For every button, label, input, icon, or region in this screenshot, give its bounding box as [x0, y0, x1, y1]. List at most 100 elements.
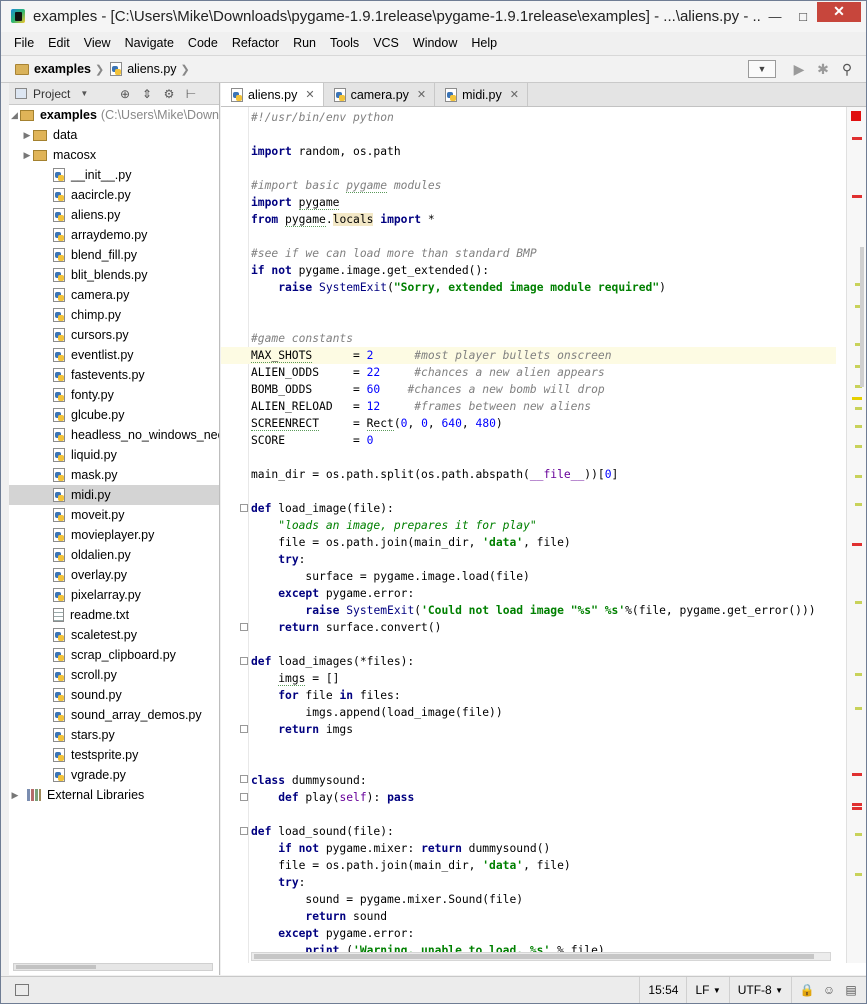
- tree-file[interactable]: scrap_clipboard.py: [9, 645, 219, 665]
- debug-icon[interactable]: ✱: [812, 59, 834, 79]
- typo-marker[interactable]: [855, 475, 862, 478]
- tree-file[interactable]: mask.py: [9, 465, 219, 485]
- vertical-scrollbar[interactable]: [860, 247, 864, 387]
- typo-marker[interactable]: [855, 833, 862, 836]
- tree-file[interactable]: stars.py: [9, 725, 219, 745]
- menu-run[interactable]: Run: [286, 36, 323, 50]
- typo-marker[interactable]: [855, 601, 862, 604]
- tree-file[interactable]: glcube.py: [9, 405, 219, 425]
- menu-edit[interactable]: Edit: [41, 36, 77, 50]
- typo-marker[interactable]: [855, 503, 862, 506]
- line-separator[interactable]: LF ▼: [686, 977, 728, 1003]
- file-encoding[interactable]: UTF-8 ▼: [728, 977, 791, 1003]
- close-tab-icon[interactable]: ✕: [510, 88, 519, 101]
- code-editor[interactable]: #!/usr/bin/env python import random, os.…: [221, 107, 866, 963]
- typo-marker[interactable]: [855, 445, 862, 448]
- tree-file[interactable]: sound.py: [9, 685, 219, 705]
- fold-marker[interactable]: [240, 775, 248, 783]
- minimize-button[interactable]: —: [761, 7, 789, 27]
- maximize-button[interactable]: □: [789, 7, 817, 27]
- chevron-right-icon[interactable]: ▶: [21, 150, 33, 161]
- tree-file[interactable]: headless_no_windows_needed.py: [9, 425, 219, 445]
- tab-aliens[interactable]: aliens.py ✕: [221, 82, 324, 106]
- tree-file[interactable]: pixelarray.py: [9, 585, 219, 605]
- breadcrumb-file[interactable]: aliens.py: [127, 62, 176, 76]
- tree-file[interactable]: oldalien.py: [9, 545, 219, 565]
- gear-icon[interactable]: ⚙: [158, 87, 180, 101]
- tree-file[interactable]: midi.py: [9, 485, 219, 505]
- typo-marker[interactable]: [855, 673, 862, 676]
- tree-file[interactable]: aliens.py: [9, 205, 219, 225]
- tree-external-libraries[interactable]: ▶ External Libraries: [9, 785, 219, 805]
- menu-code[interactable]: Code: [181, 36, 225, 50]
- fold-marker[interactable]: [240, 793, 248, 801]
- search-icon[interactable]: ⚲: [836, 59, 858, 79]
- tree-file[interactable]: moveit.py: [9, 505, 219, 525]
- caret-position[interactable]: 15:54: [639, 977, 686, 1003]
- tree-root[interactable]: ◢ examples (C:\Users\Mike\Down: [9, 105, 219, 125]
- tree-file[interactable]: readme.txt: [9, 605, 219, 625]
- tree-file[interactable]: fonty.py: [9, 385, 219, 405]
- error-marker[interactable]: [852, 807, 862, 810]
- chevron-right-icon[interactable]: ▶: [9, 790, 21, 801]
- fold-marker[interactable]: [240, 827, 248, 835]
- tree-file[interactable]: blend_fill.py: [9, 245, 219, 265]
- tab-midi[interactable]: midi.py ✕: [435, 83, 528, 106]
- fold-marker[interactable]: [240, 504, 248, 512]
- tree-file[interactable]: movieplayer.py: [9, 525, 219, 545]
- tree-file[interactable]: testsprite.py: [9, 745, 219, 765]
- typo-marker[interactable]: [855, 425, 862, 428]
- fold-marker[interactable]: [240, 657, 248, 665]
- error-marker[interactable]: [852, 195, 862, 198]
- locate-icon[interactable]: ⊕: [114, 87, 136, 101]
- inspector-icon[interactable]: ☺: [818, 983, 840, 997]
- editor-gutter[interactable]: [221, 107, 249, 963]
- menu-file[interactable]: File: [7, 36, 41, 50]
- close-button[interactable]: ✕: [817, 1, 861, 22]
- chevron-down-icon[interactable]: ◢: [9, 110, 20, 121]
- typo-marker[interactable]: [855, 707, 862, 710]
- hide-panel-icon[interactable]: ⊢: [180, 87, 202, 101]
- menu-vcs[interactable]: VCS: [366, 36, 406, 50]
- menu-refactor[interactable]: Refactor: [225, 36, 286, 50]
- tree-folder[interactable]: ▶ data: [9, 125, 219, 145]
- toggle-tool-windows-icon[interactable]: [15, 984, 29, 996]
- tab-camera[interactable]: camera.py ✕: [323, 83, 436, 106]
- error-marker[interactable]: [852, 137, 862, 140]
- warning-marker[interactable]: [852, 397, 862, 400]
- fold-marker[interactable]: [240, 725, 248, 733]
- menu-view[interactable]: View: [77, 36, 118, 50]
- close-tab-icon[interactable]: ✕: [417, 88, 426, 101]
- tree-file[interactable]: scaletest.py: [9, 625, 219, 645]
- error-marker[interactable]: [852, 773, 862, 776]
- tree-file[interactable]: scroll.py: [9, 665, 219, 685]
- typo-marker[interactable]: [855, 407, 862, 410]
- fold-marker[interactable]: [240, 623, 248, 631]
- breadcrumb-folder[interactable]: examples: [34, 62, 91, 76]
- tree-file[interactable]: __init__.py: [9, 165, 219, 185]
- tree-file[interactable]: blit_blends.py: [9, 265, 219, 285]
- tree-file[interactable]: liquid.py: [9, 445, 219, 465]
- tree-file[interactable]: sound_array_demos.py: [9, 705, 219, 725]
- collapse-icon[interactable]: ⇕: [136, 87, 158, 101]
- tree-folder[interactable]: ▶ macosx: [9, 145, 219, 165]
- tree-file[interactable]: fastevents.py: [9, 365, 219, 385]
- tree-file[interactable]: chimp.py: [9, 305, 219, 325]
- tree-file[interactable]: aacircle.py: [9, 185, 219, 205]
- run-icon[interactable]: ▶: [788, 59, 810, 79]
- error-marker[interactable]: [852, 543, 862, 546]
- close-tab-icon[interactable]: ✕: [305, 88, 314, 101]
- tree-file[interactable]: camera.py: [9, 285, 219, 305]
- tree-file[interactable]: overlay.py: [9, 565, 219, 585]
- chevron-right-icon[interactable]: ▶: [21, 130, 33, 141]
- error-marker[interactable]: [852, 803, 862, 806]
- menu-tools[interactable]: Tools: [323, 36, 366, 50]
- typo-marker[interactable]: [855, 873, 862, 876]
- event-log-icon[interactable]: ▤: [840, 983, 862, 997]
- tree-file[interactable]: eventlist.py: [9, 345, 219, 365]
- lock-icon[interactable]: 🔒: [796, 983, 818, 997]
- run-configuration-dropdown[interactable]: ▼: [748, 60, 776, 78]
- tree-file[interactable]: cursors.py: [9, 325, 219, 345]
- editor-horizontal-scrollbar[interactable]: [251, 952, 831, 961]
- project-view-selector[interactable]: Project ▼: [9, 87, 114, 101]
